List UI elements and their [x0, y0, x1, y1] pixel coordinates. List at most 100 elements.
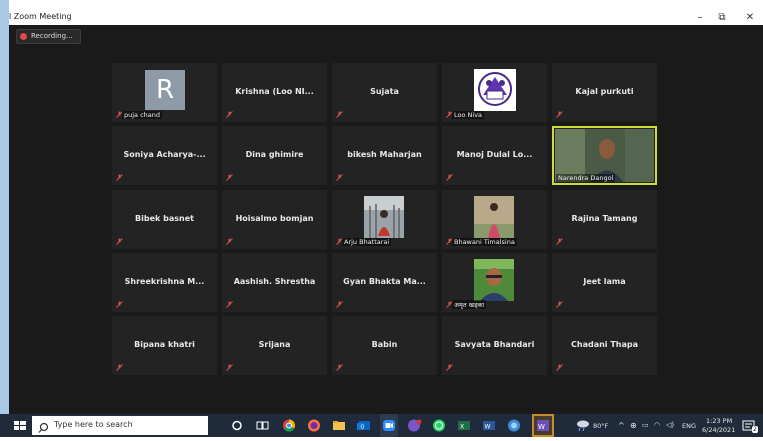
- close-button[interactable]: ✕: [740, 10, 760, 25]
- cortana-icon[interactable]: [229, 414, 245, 437]
- participant-tile[interactable]: Krishna (Loo NI...: [222, 63, 327, 122]
- participant-tile[interactable]: Sujata: [332, 63, 437, 122]
- muted-mic-icon: [556, 111, 563, 118]
- recording-label: Recording...: [31, 32, 73, 40]
- participant-tile[interactable]: Loo Niva: [442, 63, 547, 122]
- minimize-button[interactable]: –: [690, 10, 710, 25]
- muted-mic-icon: [556, 238, 563, 245]
- record-icon: [20, 33, 27, 40]
- participant-name: Arju Bhattarai: [342, 238, 392, 246]
- participant-name: Bhawani Timalsina: [452, 238, 517, 246]
- participant-tile[interactable]: Kajal purkuti: [552, 63, 657, 122]
- file-explorer-icon[interactable]: [330, 414, 348, 437]
- window-title: l Zoom Meeting: [9, 12, 72, 21]
- search-placeholder: Type here to search: [54, 420, 133, 429]
- participant-tile[interactable]: Bibek basnet: [112, 190, 217, 249]
- windows-start-icon[interactable]: [12, 414, 28, 437]
- word-icon[interactable]: W: [480, 414, 498, 437]
- participant-tile[interactable]: Soniya Acharya-...: [112, 126, 217, 185]
- word-document-icon[interactable]: W: [532, 414, 554, 437]
- participant-name: bikesh Maharjan: [347, 150, 422, 159]
- participant-tile[interactable]: bikesh Maharjan: [332, 126, 437, 185]
- participant-tile[interactable]: Babin: [332, 316, 437, 375]
- participant-name: Shreekrishna M...: [124, 277, 205, 286]
- participant-tile[interactable]: Jeet lama: [552, 253, 657, 312]
- muted-mic-icon: [446, 364, 453, 371]
- participant-name: Hoisalmo bomjan: [235, 214, 314, 223]
- participant-tile[interactable]: Aashish. Shrestha: [222, 253, 327, 312]
- language-indicator[interactable]: ENG: [682, 422, 696, 430]
- participant-name: Krishna (Loo NI...: [235, 87, 314, 96]
- participant-tile[interactable]: R puja chand: [112, 63, 217, 122]
- participant-tile[interactable]: Bhawani Timalsina: [442, 190, 547, 249]
- participant-name: Bibek basnet: [135, 214, 194, 223]
- participant-name: Rajina Tamang: [571, 214, 638, 223]
- participant-name: Gyan Bhakta Ma...: [343, 277, 426, 286]
- participant-tile[interactable]: Hoisalmo bomjan: [222, 190, 327, 249]
- muted-mic-icon: [556, 364, 563, 371]
- participant-name: Aashish. Shrestha: [233, 277, 316, 286]
- firefox-icon[interactable]: [305, 414, 323, 437]
- muted-mic-icon: [226, 364, 233, 371]
- restore-button[interactable]: ⧉: [712, 10, 732, 25]
- whatsapp-icon[interactable]: [430, 414, 448, 437]
- profile-photo: [474, 196, 514, 238]
- avatar: R: [145, 70, 185, 110]
- participant-name: Dina ghimire: [245, 150, 304, 159]
- active-speaker-tile[interactable]: Narendra Dangol: [552, 126, 657, 185]
- viber-icon[interactable]: [405, 414, 423, 437]
- participant-tile[interactable]: Manoj Dulal Lo...: [442, 126, 547, 185]
- participant-name: Sujata: [370, 87, 399, 96]
- volume-icon[interactable]: ◁): [666, 421, 674, 429]
- chevron-up-icon[interactable]: ^: [618, 421, 625, 430]
- excel-icon[interactable]: X: [455, 414, 473, 437]
- participant-tile[interactable]: Chadani Thapa: [552, 316, 657, 375]
- taskbar-search-box[interactable]: Type here to search: [32, 416, 208, 435]
- svg-text:W: W: [538, 423, 545, 431]
- zoom-meeting-window: l Zoom Meeting – ⧉ ✕ Recording... R puja…: [9, 10, 763, 414]
- participant-tile[interactable]: Srijana: [222, 316, 327, 375]
- participant-tile[interactable]: Savyata Bhandari: [442, 316, 547, 375]
- participant-tile[interactable]: अमृत खड्का: [442, 253, 547, 312]
- muted-mic-icon: [226, 301, 233, 308]
- muted-mic-icon: [336, 111, 343, 118]
- muted-mic-icon: [116, 174, 123, 181]
- muted-mic-icon: [226, 238, 233, 245]
- clock-date[interactable]: 6/24/2021: [702, 426, 735, 434]
- taskbar: Type here to search O X W W 80°F ^ ⊕ ▭ ◠…: [0, 414, 763, 437]
- task-view-icon[interactable]: [254, 414, 270, 437]
- organization-logo: [474, 69, 516, 111]
- muted-mic-icon: [556, 301, 563, 308]
- battery-icon[interactable]: ▭: [642, 421, 649, 429]
- network-icon[interactable]: ⊕: [630, 421, 637, 430]
- participant-name: puja chand: [122, 111, 163, 119]
- title-bar: l Zoom Meeting – ⧉ ✕: [9, 10, 763, 25]
- search-icon: [38, 419, 49, 438]
- wifi-icon[interactable]: ◠: [654, 421, 660, 429]
- clock-time[interactable]: 1:23 PM: [706, 417, 732, 425]
- participant-tile[interactable]: Bipana khatri: [112, 316, 217, 375]
- participant-tile[interactable]: Rajina Tamang: [552, 190, 657, 249]
- participant-name: Manoj Dulal Lo...: [456, 150, 533, 159]
- muted-mic-icon: [116, 364, 123, 371]
- notification-count: 2: [752, 426, 758, 433]
- participant-name: Srijana: [258, 340, 291, 349]
- muted-mic-icon: [226, 174, 233, 181]
- svg-text:O: O: [361, 425, 365, 431]
- participant-tile[interactable]: Gyan Bhakta Ma...: [332, 253, 437, 312]
- participant-tile[interactable]: Shreekrishna M...: [112, 253, 217, 312]
- weather-temperature[interactable]: 80°F: [593, 422, 608, 430]
- chrome-icon[interactable]: [280, 414, 298, 437]
- zoom-app-icon[interactable]: [380, 414, 398, 437]
- browser-icon[interactable]: [505, 414, 523, 437]
- participant-tile[interactable]: Arju Bhattarai: [332, 190, 437, 249]
- muted-mic-icon: [446, 174, 453, 181]
- recording-indicator[interactable]: Recording...: [16, 29, 81, 44]
- outlook-icon[interactable]: O: [355, 414, 373, 437]
- muted-mic-icon: [336, 174, 343, 181]
- participant-tile[interactable]: Dina ghimire: [222, 126, 327, 185]
- weather-icon: [575, 414, 591, 437]
- svg-text:W: W: [485, 424, 491, 431]
- muted-mic-icon: [116, 238, 123, 245]
- participant-name: अमृत खड्का: [452, 300, 487, 309]
